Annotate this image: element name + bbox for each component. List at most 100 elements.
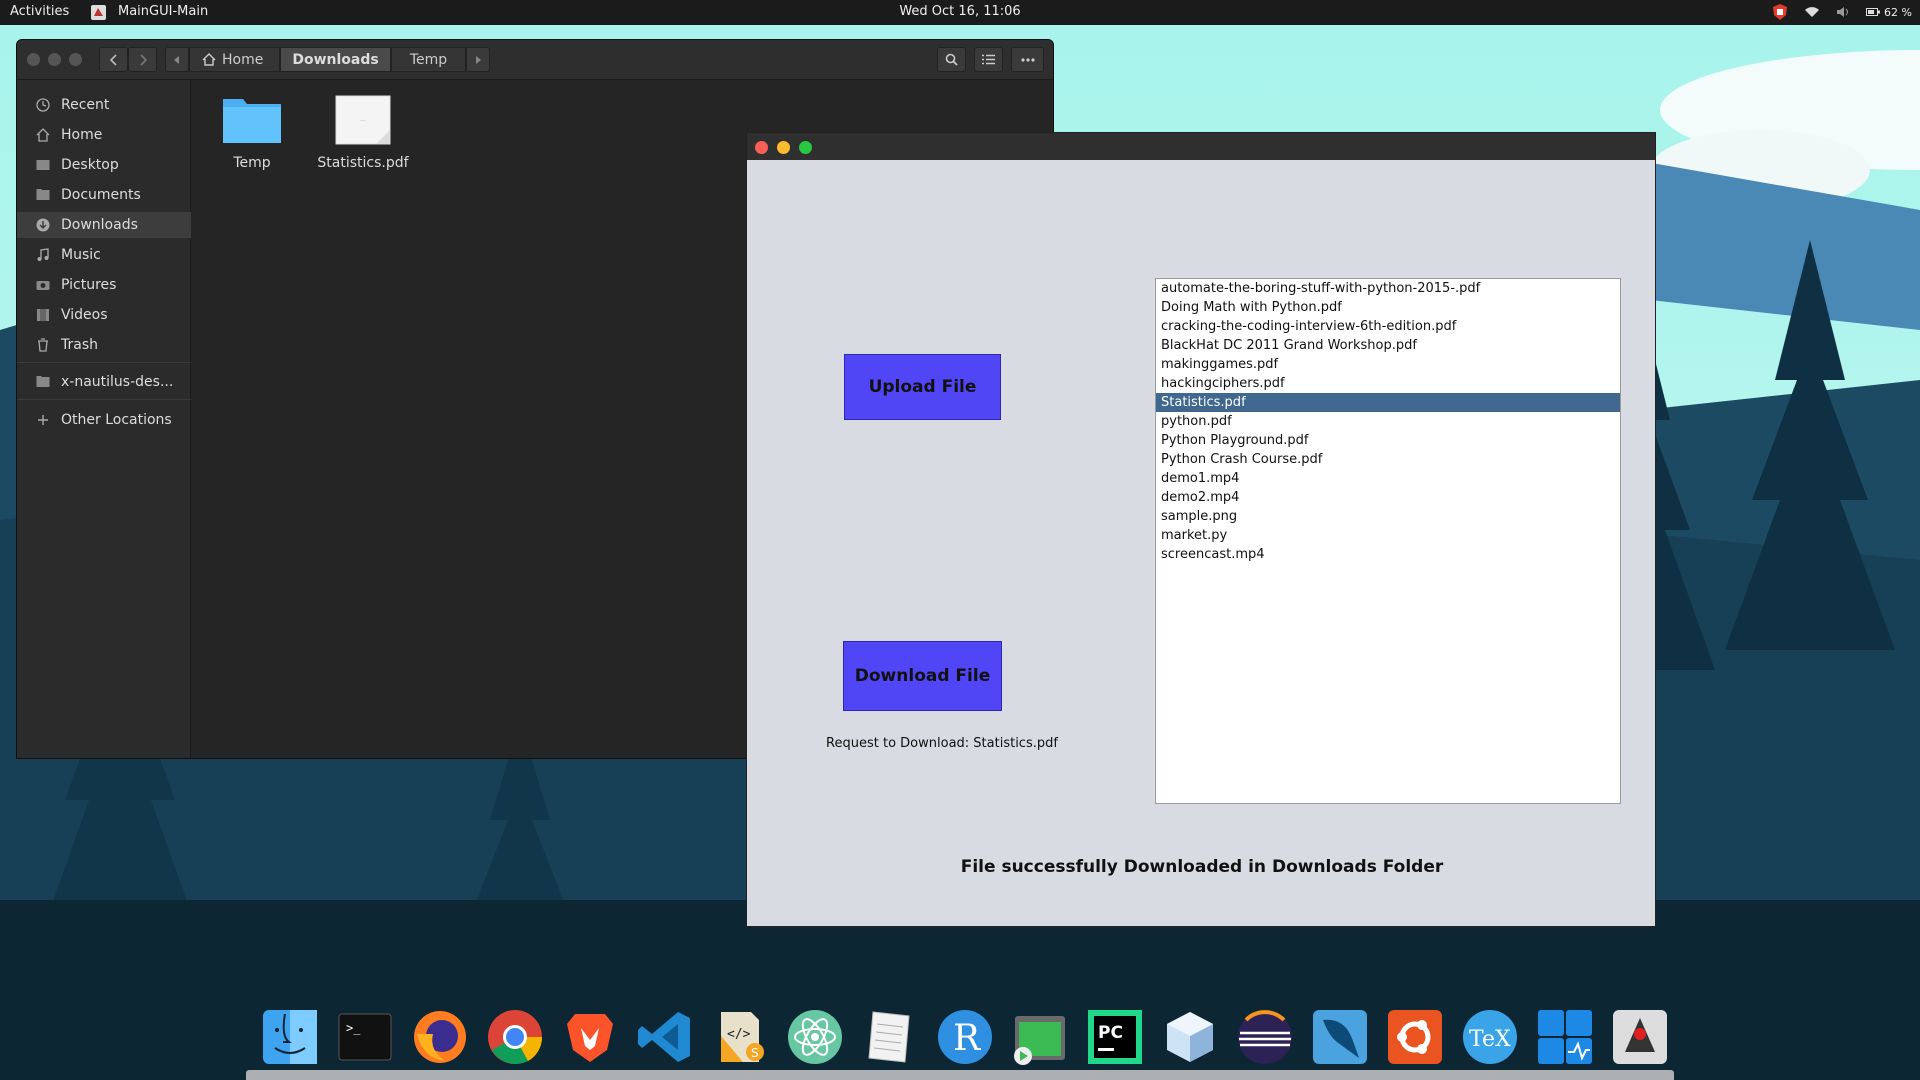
wifi-icon[interactable] [1804,6,1820,18]
sidebar-item-trash[interactable]: Trash [17,332,191,358]
list-item[interactable]: automate-the-boring-stuff-with-python-20… [1156,279,1620,298]
svg-text:TeX: TeX [1469,1027,1511,1052]
finder-icon[interactable] [259,1006,321,1068]
sidebar-item-label: Home [61,127,103,143]
breadcrumb-downloads[interactable]: Downloads [280,47,391,72]
fm-close-button[interactable] [27,53,40,66]
search-button[interactable] [937,47,966,72]
sequel-icon[interactable] [1009,1006,1071,1068]
sidebar-item-other-locations[interactable]: Other Locations [17,407,191,433]
virtualbox-icon[interactable] [1159,1006,1221,1068]
sidebar-item-pictures[interactable]: Pictures [17,272,191,298]
upload-file-button[interactable]: Upload File [844,354,1001,420]
svg-text:...: ... [360,116,366,123]
list-item[interactable]: demo2.mp4 [1156,488,1620,507]
film-icon [37,309,49,321]
sidebar-item-downloads[interactable]: Downloads [17,212,191,238]
pycharm-icon[interactable]: PC [1084,1006,1146,1068]
list-item[interactable]: market.py [1156,526,1620,545]
svg-text:PC: PC [1098,1023,1123,1043]
app-menu-label[interactable]: MainGUI-Main [118,4,208,19]
fm-maximize-button[interactable] [69,53,82,66]
list-item[interactable]: python.pdf [1156,412,1620,431]
sidebar-item-home[interactable]: Home [17,122,191,148]
maingui-window: Upload File Download File Request to Dow… [746,132,1656,927]
view-toggle-button[interactable] [974,47,1003,72]
terminal-icon[interactable]: >_ [334,1006,396,1068]
text-editor-icon[interactable] [859,1006,921,1068]
firefox-icon[interactable] [409,1006,471,1068]
drive-icon [36,376,50,387]
activities-button[interactable]: Activities [10,4,69,19]
java-icon[interactable] [1609,1006,1671,1068]
eclipse-icon[interactable] [1234,1006,1296,1068]
list-item[interactable]: makinggames.pdf [1156,355,1620,374]
tex-icon[interactable]: TeX [1459,1006,1521,1068]
status-message: File successfully Downloaded in Download… [960,857,1444,877]
sidebar-item-drive[interactable]: x-nautilus-des... [17,369,191,395]
breadcrumb-scroll-right[interactable] [466,47,490,72]
file-listbox[interactable]: automate-the-boring-stuff-with-python-20… [1155,278,1621,804]
sidebar-item-label: Recent [61,97,110,113]
list-item[interactable]: sample.png [1156,507,1620,526]
list-item[interactable]: demo1.mp4 [1156,469,1620,488]
system-tray[interactable]: 62 % [1772,3,1912,21]
mysql-workbench-icon[interactable] [1309,1006,1371,1068]
r-icon[interactable]: R [934,1006,996,1068]
fm-minimize-button[interactable] [48,53,61,66]
battery-indicator[interactable]: 62 % [1866,6,1912,19]
list-item[interactable]: Python Crash Course.pdf [1156,450,1620,469]
document-icon: ... [335,95,391,145]
sidebar-item-videos[interactable]: Videos [17,302,191,328]
forward-button[interactable] [128,47,157,72]
download-file-button[interactable]: Download File [843,641,1002,711]
svg-text:>_: >_ [346,1021,361,1035]
list-item[interactable]: screencast.mp4 [1156,545,1620,564]
app-minimize-button[interactable] [777,141,790,154]
system-tools-icon[interactable] [1534,1006,1596,1068]
sidebar-item-desktop[interactable]: Desktop [17,152,191,178]
vscode-icon[interactable] [634,1006,696,1068]
ubuntu-icon[interactable] [1384,1006,1446,1068]
breadcrumb-home[interactable]: Home [189,47,280,72]
folder-icon [223,99,281,143]
atom-icon[interactable] [784,1006,846,1068]
caret-right-icon [476,55,481,64]
file-item-label: Temp [233,155,271,171]
file-item-statistics[interactable]: ... Statistics.pdf [313,95,413,171]
sidebar-item-label: Downloads [61,217,138,233]
sidebar-item-label: Music [61,247,101,263]
sidebar-item-recent[interactable]: Recent [17,92,191,118]
file-item-temp[interactable]: Temp [202,95,302,171]
sidebar-item-label: Trash [61,337,98,353]
shield-icon[interactable] [1772,3,1788,21]
dock: >_ </> S R PC TeX [246,998,1674,1080]
caret-left-icon [174,55,179,64]
sidebar-item-documents[interactable]: Documents [17,182,191,208]
file-item-label: Statistics.pdf [317,155,409,171]
breadcrumb-scroll-left[interactable] [165,47,189,72]
sidebar-item-label: Desktop [61,157,119,173]
sidebar-item-music[interactable]: Music [17,242,191,268]
menu-button[interactable] [1011,47,1044,72]
app-maximize-button[interactable] [799,141,812,154]
app-close-button[interactable] [755,141,768,154]
sidebar-item-label: Documents [61,187,141,203]
breadcrumb-temp[interactable]: Temp [391,47,466,72]
list-item[interactable]: BlackHat DC 2011 Grand Workshop.pdf [1156,336,1620,355]
chrome-icon[interactable] [484,1006,546,1068]
list-item-selected[interactable]: Statistics.pdf [1156,393,1620,412]
app-menu-icon[interactable] [90,4,107,21]
breadcrumb-home-label: Home [222,51,264,68]
brave-icon[interactable] [559,1006,621,1068]
svg-text:R: R [953,1018,981,1059]
svg-text:S: S [751,1046,759,1060]
volume-icon[interactable] [1836,6,1850,18]
list-item[interactable]: Python Playground.pdf [1156,431,1620,450]
back-button[interactable] [99,47,128,72]
list-item[interactable]: Doing Math with Python.pdf [1156,298,1620,317]
list-item[interactable]: hackingciphers.pdf [1156,374,1620,393]
list-item[interactable]: cracking-the-coding-interview-6th-editio… [1156,317,1620,336]
clock[interactable]: Wed Oct 16, 11:06 [0,4,1920,19]
sublime-icon[interactable]: </> S [709,1006,771,1068]
